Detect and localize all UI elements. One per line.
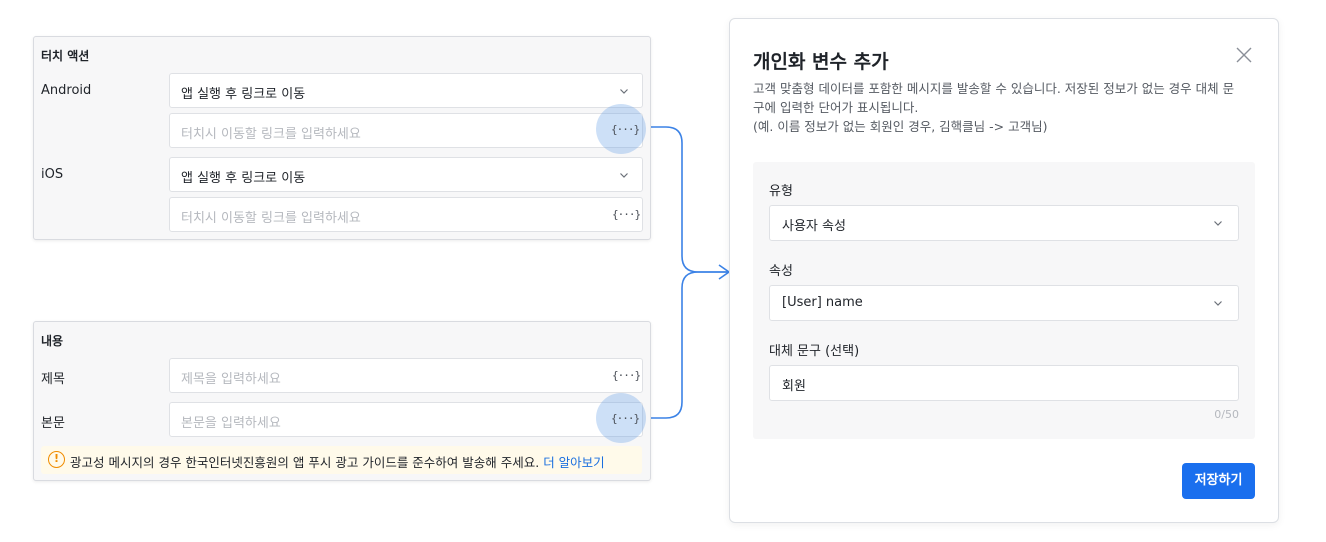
chevron-down-icon [1214, 221, 1222, 226]
fallback-value: 회원 [782, 379, 806, 394]
variable-icon[interactable]: {···} [611, 410, 640, 428]
character-counter: 0/50 [1214, 408, 1239, 421]
android-action-select[interactable]: 앱 실행 후 링크로 이동 [169, 73, 643, 108]
variable-icon[interactable]: {···} [611, 121, 640, 139]
save-button[interactable]: 저장하기 [1182, 463, 1255, 499]
android-label: Android [41, 83, 92, 98]
type-label: 유형 [769, 184, 793, 199]
ios-label: iOS [41, 167, 64, 182]
subject-label: 제목 [41, 372, 65, 387]
type-select[interactable]: 사용자 속성 [769, 205, 1239, 241]
attribute-value: [User] name [782, 295, 863, 310]
close-icon[interactable] [1236, 47, 1252, 63]
body-placeholder: 본문을 입력하세요 [181, 416, 281, 431]
learn-more-link[interactable]: 더 알아보기 [543, 455, 604, 470]
ios-action-select[interactable]: 앱 실행 후 링크로 이동 [169, 157, 643, 192]
notice-message: 광고성 메시지의 경우 한국인터넷진흥원의 앱 푸시 광고 가이드를 준수하여 … [70, 455, 540, 470]
chevron-down-icon [620, 89, 628, 94]
warning-icon: ! [48, 451, 65, 468]
type-value: 사용자 속성 [782, 219, 846, 234]
modal-title: 개인화 변수 추가 [753, 51, 889, 73]
notice-text: 광고성 메시지의 경우 한국인터넷진흥원의 앱 푸시 광고 가이드를 준수하여 … [70, 452, 605, 471]
touch-action-title: 터치 액션 [41, 49, 90, 63]
chevron-down-icon [620, 173, 628, 178]
content-title: 내용 [41, 334, 64, 348]
personalization-variable-modal: 개인화 변수 추가 고객 맞춤형 데이터를 포함한 메시지를 발송할 수 있습니… [729, 18, 1279, 523]
ios-link-input[interactable]: 터치시 이동할 링크를 입력하세요 {···} [169, 197, 643, 232]
android-link-placeholder: 터치시 이동할 링크를 입력하세요 [181, 127, 361, 142]
attribute-label: 속성 [769, 264, 793, 279]
body-label: 본문 [41, 416, 65, 431]
ios-link-placeholder: 터치시 이동할 링크를 입력하세요 [181, 211, 361, 226]
fallback-label: 대체 문구 (선택) [769, 344, 860, 359]
attribute-select[interactable]: [User] name [769, 285, 1239, 321]
fallback-input[interactable]: 회원 [769, 365, 1239, 401]
description-line: (예. 이름 정보가 없는 회원인 경우, 김핵클님 -> 고객님) [753, 119, 1048, 134]
modal-form: 유형 사용자 속성 속성 [User] name 대체 문구 (선택) 회원 0… [753, 162, 1255, 439]
variable-icon[interactable]: {···} [612, 206, 641, 224]
android-action-value: 앱 실행 후 링크로 이동 [181, 87, 306, 102]
ios-action-value: 앱 실행 후 링크로 이동 [181, 171, 306, 186]
description-line: 고객 맞춤형 데이터를 포함한 메시지를 발송할 수 있습니다. 저장된 정보가… [753, 81, 1235, 96]
content-panel: 내용 제목 제목을 입력하세요 {···} 본문 본문을 입력하세요 ! 광고성… [33, 321, 651, 481]
description-line: 구에 입력한 단어가 표시됩니다. [753, 100, 919, 115]
variable-icon[interactable]: {···} [612, 367, 641, 385]
modal-description: 고객 맞춤형 데이터를 포함한 메시지를 발송할 수 있습니다. 저장된 정보가… [753, 79, 1253, 136]
subject-input[interactable]: 제목을 입력하세요 {···} [169, 358, 643, 393]
subject-placeholder: 제목을 입력하세요 [181, 372, 281, 387]
touch-action-panel: 터치 액션 Android 앱 실행 후 링크로 이동 터치시 이동할 링크를 … [33, 36, 651, 240]
ad-guide-notice: ! 광고성 메시지의 경우 한국인터넷진흥원의 앱 푸시 광고 가이드를 준수하… [41, 446, 642, 474]
android-link-input[interactable]: 터치시 이동할 링크를 입력하세요 [169, 113, 643, 148]
body-input[interactable]: 본문을 입력하세요 [169, 402, 643, 437]
chevron-down-icon [1214, 301, 1222, 306]
